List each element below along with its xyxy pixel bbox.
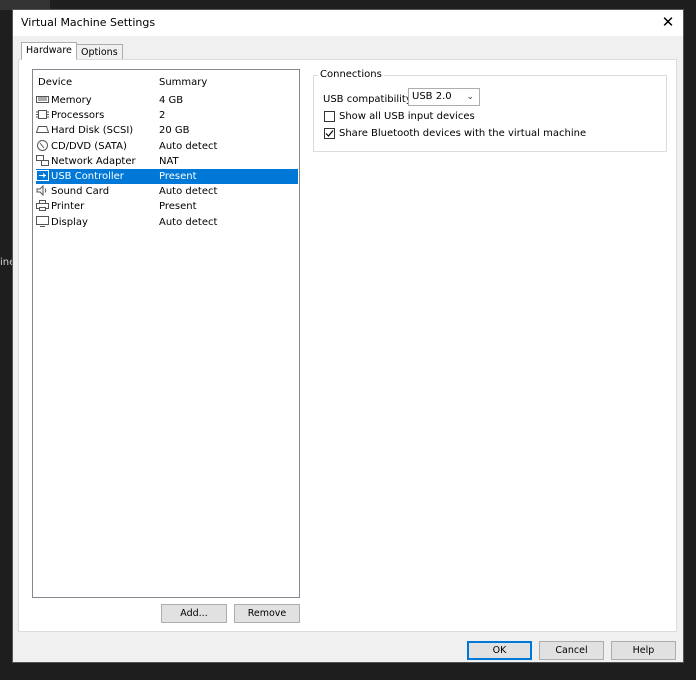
display-icon	[36, 215, 49, 227]
device-summary-cell: Auto detect	[159, 186, 218, 198]
device-name-cell: Printer	[36, 199, 156, 215]
close-button[interactable]: ✕	[653, 10, 683, 36]
cd-dvd-icon	[36, 139, 49, 151]
device-name-cell: Processors	[36, 108, 156, 124]
cancel-button[interactable]: Cancel	[539, 641, 604, 660]
device-label: USB Controller	[51, 171, 124, 182]
device-name-cell: Hard Disk (SCSI)	[35, 123, 156, 139]
device-label: Network Adapter	[51, 155, 136, 167]
device-name-cell: Network Adapter	[36, 154, 156, 170]
device-label: Memory	[51, 95, 92, 106]
device-list-header: Device Summary	[38, 77, 299, 89]
show-all-usb-label[interactable]: Show all USB input devices	[339, 111, 475, 122]
device-name-cell: Display	[36, 215, 156, 231]
share-bluetooth-checkbox[interactable]	[324, 128, 335, 139]
device-summary-cell: Present	[159, 201, 197, 213]
hard-disk-icon	[35, 124, 50, 135]
device-name-cell: USB Controller	[36, 169, 156, 185]
tab-options[interactable]: Options	[76, 44, 123, 60]
usb-compatibility-label: USB compatibility:	[323, 94, 415, 105]
device-row[interactable]: Network Adapter NAT	[36, 154, 298, 169]
title-bar[interactable]: Virtual Machine Settings ✕	[13, 10, 683, 36]
device-label: Processors	[51, 110, 105, 122]
sound-card-icon	[36, 184, 49, 197]
device-row[interactable]: CD/DVD (SATA) Auto detect	[36, 139, 298, 154]
device-row[interactable]: Memory 4 GB	[36, 93, 298, 108]
device-name-cell: Memory	[36, 93, 156, 109]
share-bluetooth-label[interactable]: Share Bluetooth devices with the virtual…	[339, 128, 586, 139]
device-summary-cell: NAT	[159, 155, 179, 167]
hardware-panel: Device Summary Memory 4 GB Processors 2 Hard…	[18, 59, 677, 632]
device-summary-cell: Auto detect	[159, 140, 218, 152]
device-label: Sound Card	[51, 186, 110, 198]
device-summary-cell: 20 GB	[159, 125, 190, 137]
close-icon: ✕	[661, 13, 675, 31]
remove-button[interactable]: Remove	[234, 604, 300, 623]
device-list[interactable]: Device Summary Memory 4 GB Processors 2 Hard…	[32, 69, 300, 598]
device-row[interactable]: USB Controller Present	[36, 169, 298, 184]
device-summary-cell: Auto detect	[159, 216, 218, 228]
help-button[interactable]: Help	[611, 641, 676, 660]
memory-icon	[36, 94, 49, 105]
device-summary-cell: 2	[159, 110, 166, 122]
device-label: Printer	[51, 201, 85, 213]
device-summary-cell: 4 GB	[159, 95, 184, 106]
device-row[interactable]: Display Auto detect	[36, 215, 298, 230]
device-row[interactable]: Hard Disk (SCSI) 20 GB	[35, 123, 298, 139]
connections-legend: Connections	[318, 69, 384, 80]
tab-hardware[interactable]: Hardware	[21, 42, 77, 60]
summary-column-header[interactable]: Summary	[159, 77, 207, 88]
device-summary-cell: Present	[159, 171, 197, 182]
connections-group: Connections USB compatibility: USB 2.0 ⌄…	[313, 69, 667, 152]
checkmark-icon	[325, 130, 334, 137]
ok-button[interactable]: OK	[467, 641, 532, 660]
device-label: Hard Disk (SCSI)	[51, 125, 134, 137]
device-column-header[interactable]: Device	[38, 77, 158, 88]
add-button[interactable]: Add...	[161, 604, 227, 623]
usb-compatibility-select[interactable]: USB 2.0 ⌄	[408, 88, 480, 106]
device-row[interactable]: Sound Card Auto detect	[36, 184, 298, 199]
device-label: Display	[51, 216, 88, 228]
settings-dialog: Virtual Machine Settings ✕ Hardware Opti…	[12, 9, 684, 663]
show-all-usb-checkbox[interactable]	[324, 111, 335, 122]
printer-icon	[36, 200, 49, 212]
network-adapter-icon	[36, 154, 49, 166]
dialog-title: Virtual Machine Settings	[21, 16, 156, 29]
processor-icon	[36, 109, 49, 120]
chevron-down-icon: ⌄	[466, 92, 474, 102]
device-row[interactable]: Processors 2	[36, 108, 298, 123]
usb-icon	[36, 170, 49, 181]
usb-compatibility-value: USB 2.0	[412, 91, 452, 102]
device-row[interactable]: Printer Present	[36, 199, 298, 214]
device-label: CD/DVD (SATA)	[51, 140, 127, 152]
device-name-cell: CD/DVD (SATA)	[36, 139, 156, 155]
device-name-cell: Sound Card	[36, 184, 156, 200]
